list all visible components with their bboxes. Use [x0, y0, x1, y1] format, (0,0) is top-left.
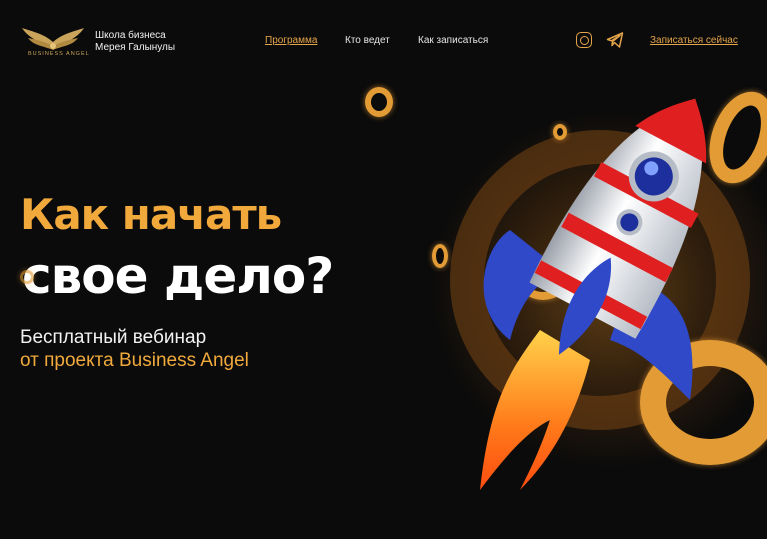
nav-how-to-register[interactable]: Как записаться	[418, 35, 488, 46]
register-now-link[interactable]: Записаться сейчас	[650, 35, 738, 46]
nav-who-leads[interactable]: Кто ведет	[345, 35, 390, 46]
brand-name: Школа бизнеса Мерея Галынулы	[95, 30, 175, 54]
ring-decoration	[365, 87, 393, 117]
instagram-icon[interactable]	[576, 32, 592, 48]
rocket-illustration	[480, 98, 707, 490]
hero-title-line-1: Как начать	[20, 190, 282, 239]
hero-title-line-2: свое дело?	[22, 247, 334, 305]
brand-line-1: Школа бизнеса	[95, 30, 166, 41]
ring-decoration	[432, 244, 448, 268]
hero-subtitle-line-2: от проекта Business Angel	[20, 350, 249, 371]
header: BUSINESS ANGEL Школа бизнеса Мерея Галын…	[0, 0, 767, 80]
logo-text: BUSINESS ANGEL	[28, 51, 90, 57]
telegram-icon[interactable]	[606, 31, 624, 49]
ring-decoration	[20, 270, 34, 284]
brand-line-2: Мерея Галынулы	[95, 42, 176, 53]
nav-program[interactable]: Программа	[265, 35, 317, 46]
hero-subtitle-line-1: Бесплатный вебинар	[20, 327, 207, 348]
